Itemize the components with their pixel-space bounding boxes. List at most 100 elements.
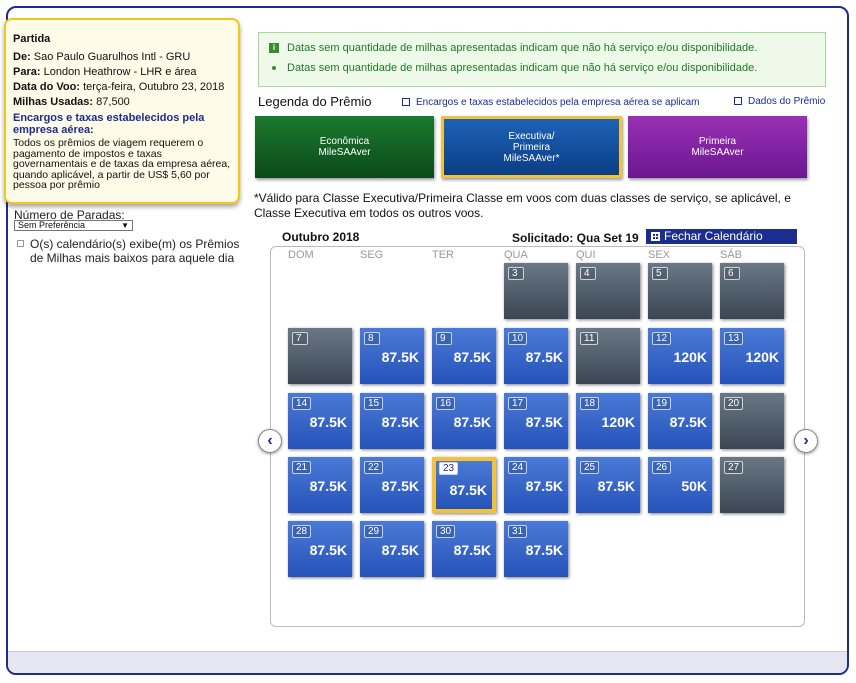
dropdown-arrow-icon: ▼: [121, 221, 129, 230]
calendar-day-29[interactable]: 29 87.5K: [360, 521, 424, 577]
day-miles: 87.5K: [381, 349, 419, 365]
summary-from: De: Sao Paulo Guarulhos Intl - GRU: [13, 51, 191, 63]
calendar-day-15[interactable]: 15 87.5K: [360, 393, 424, 449]
calendar-day-5: 5: [648, 263, 712, 319]
calendar-day-9[interactable]: 9 87.5K: [432, 328, 496, 384]
calendar-day-18[interactable]: 18 120K: [576, 393, 640, 449]
day-number: 20: [724, 397, 744, 410]
award-details-link[interactable]: Dados do Prêmio: [734, 96, 825, 107]
day-miles: 87.5K: [381, 478, 419, 494]
day-number: 11: [580, 332, 599, 345]
day-number: 26: [652, 461, 672, 474]
calendar-day-16[interactable]: 16 87.5K: [432, 393, 496, 449]
day-number: 30: [436, 525, 456, 538]
day-miles: 87.5K: [669, 414, 707, 430]
requested-date: Solicitado: Qua Set 19: [512, 231, 639, 245]
info-icon: i: [269, 43, 279, 54]
weekday-header: SÁB: [720, 249, 743, 261]
day-number: 15: [364, 397, 384, 410]
day-number: 5: [652, 267, 668, 280]
calendar-day-20: 20: [720, 393, 784, 449]
day-miles: 87.5K: [381, 542, 419, 558]
summary-to: Para: London Heathrow - LHR e área: [13, 66, 197, 78]
calendar-day-23[interactable]: 23 87.5K: [432, 457, 496, 513]
chevron-right-icon: ›: [803, 432, 809, 449]
day-number: 9: [436, 332, 452, 345]
day-number: 17: [508, 397, 528, 410]
day-miles: 120K: [673, 349, 707, 365]
calendar-day-14[interactable]: 14 87.5K: [288, 393, 352, 449]
calendar-day-7: 7: [288, 328, 352, 384]
calendar-day-30[interactable]: 30 87.5K: [432, 521, 496, 577]
day-number: 23: [439, 462, 459, 475]
day-miles: 87.5K: [453, 542, 491, 558]
calendar-day-17[interactable]: 17 87.5K: [504, 393, 568, 449]
award-first[interactable]: Primeira MileSAAver: [628, 116, 807, 178]
award-economy[interactable]: Econômica MileSAAver: [255, 116, 434, 178]
day-miles: 87.5K: [525, 414, 563, 430]
calendar-day-24[interactable]: 24 87.5K: [504, 457, 568, 513]
day-miles: 87.5K: [525, 349, 563, 365]
day-number: 8: [364, 332, 380, 345]
day-miles: 87.5K: [453, 349, 491, 365]
calendar-day-25[interactable]: 25 87.5K: [576, 457, 640, 513]
day-miles: 87.5K: [525, 478, 563, 494]
calendar-day-10[interactable]: 10 87.5K: [504, 328, 568, 384]
award-business-first[interactable]: Executiva/Primeira MileSAAver*: [441, 116, 622, 178]
weekday-header: QUA: [504, 249, 528, 261]
calendar-day-13[interactable]: 13 120K: [720, 328, 784, 384]
next-month-button[interactable]: ›: [794, 429, 818, 453]
day-miles: 87.5K: [597, 478, 635, 494]
calendar-day-19[interactable]: 19 87.5K: [648, 393, 712, 449]
day-number: 25: [580, 461, 600, 474]
calendar-day-6: 6: [720, 263, 784, 319]
fees-text: Todos os prêmios de viagem requerem o pa…: [13, 137, 231, 191]
chevron-left-icon: ‹: [267, 432, 273, 449]
day-number: 22: [364, 461, 384, 474]
prev-month-button[interactable]: ‹: [258, 429, 282, 453]
weekday-header: TER: [432, 249, 454, 261]
day-number: 19: [652, 397, 672, 410]
info-line-1: Datas sem quantidade de milhas apresenta…: [287, 42, 758, 54]
day-miles: 120K: [601, 414, 635, 430]
bullet-icon: [272, 66, 276, 71]
summary-date: Data do Voo: terça-feira, Outubro 23, 20…: [13, 81, 225, 93]
day-number: 31: [508, 525, 528, 538]
day-number: 6: [724, 267, 740, 280]
day-number: 18: [580, 397, 600, 410]
day-miles: 87.5K: [525, 542, 563, 558]
calendar-day-31[interactable]: 31 87.5K: [504, 521, 568, 577]
day-miles: 87.5K: [309, 542, 347, 558]
calendar-note-checkbox[interactable]: [17, 240, 24, 247]
calendar-day-27: 27: [720, 457, 784, 513]
day-number: 27: [724, 461, 744, 474]
day-miles: 87.5K: [449, 482, 487, 498]
day-miles: 87.5K: [309, 478, 347, 494]
validity-note: *Válido para Classe Executiva/Primeira C…: [254, 191, 791, 220]
fees-title: Encargos e taxas estabelecidos pela empr…: [13, 112, 205, 136]
close-calendar-button[interactable]: Fechar Calendário Inteiro: [646, 229, 797, 258]
weekday-header: SEG: [360, 249, 384, 261]
stops-select[interactable]: Sem Preferência ▼: [14, 220, 133, 231]
day-number: 16: [436, 397, 456, 410]
calendar-day-8[interactable]: 8 87.5K: [360, 328, 424, 384]
fees-link[interactable]: Encargos e taxas estabelecidos pela empr…: [402, 97, 700, 108]
calendar-day-22[interactable]: 22 87.5K: [360, 457, 424, 513]
calendar-day-26[interactable]: 26 50K: [648, 457, 712, 513]
day-number: 13: [724, 332, 744, 345]
day-number: 7: [292, 332, 308, 345]
weekday-header: QUI: [576, 249, 596, 261]
day-number: 28: [292, 525, 312, 538]
availability-info-box: i Datas sem quantidade de milhas apresent…: [258, 32, 826, 87]
calendar-day-28[interactable]: 28 87.5K: [288, 521, 352, 577]
day-miles: 87.5K: [381, 414, 419, 430]
calendar-note: O(s) calendário(s) exibe(m) os Prêmios d…: [30, 237, 240, 265]
calendar-day-12[interactable]: 12 120K: [648, 328, 712, 384]
external-link-icon: [734, 97, 742, 105]
day-number: 4: [580, 267, 596, 280]
calendar-day-21[interactable]: 21 87.5K: [288, 457, 352, 513]
calendar-month: Outubro 2018: [282, 230, 360, 244]
footer-bar: [8, 651, 847, 673]
trip-summary-panel: Partida De: Sao Paulo Guarulhos Intl - G…: [4, 18, 240, 204]
weekday-header: DOM: [288, 249, 314, 261]
